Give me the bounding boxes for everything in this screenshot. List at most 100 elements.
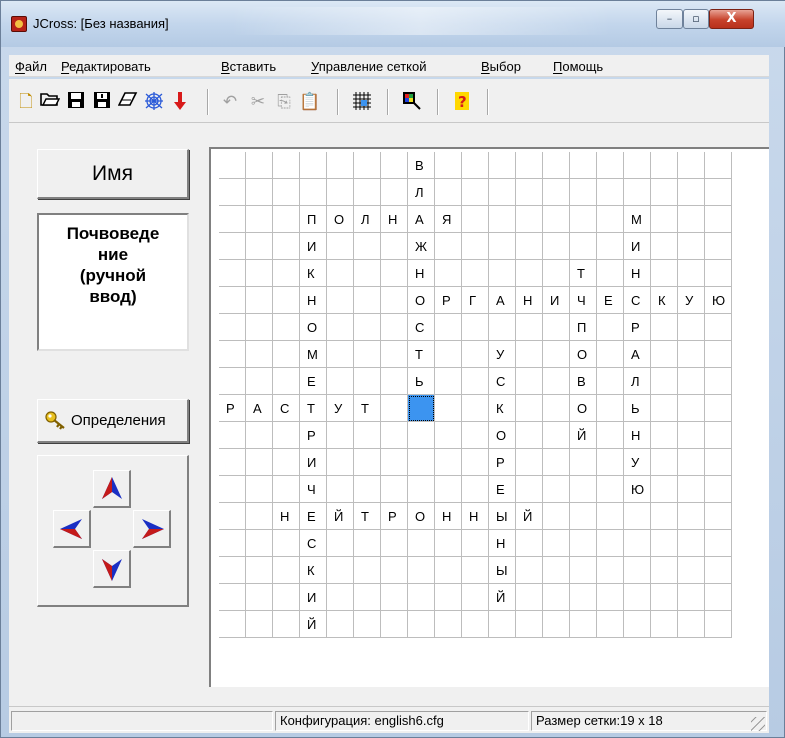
grid-cell[interactable] (408, 395, 435, 422)
grid-cell[interactable] (597, 449, 624, 476)
grid-cell[interactable]: Н (624, 260, 651, 287)
grid-cell[interactable]: К (489, 395, 516, 422)
grid-cell[interactable] (705, 611, 732, 638)
grid-cell[interactable] (489, 152, 516, 179)
grid-cell[interactable] (678, 449, 705, 476)
grid-cell[interactable]: К (651, 287, 678, 314)
grid-cell[interactable]: Н (516, 287, 543, 314)
grid-icon[interactable] (351, 91, 373, 113)
grid-cell[interactable]: И (300, 233, 327, 260)
grid-cell[interactable] (651, 476, 678, 503)
grid-cell[interactable]: В (570, 368, 597, 395)
grid-cell[interactable]: Н (624, 422, 651, 449)
grid-cell[interactable] (597, 368, 624, 395)
grid-cell[interactable]: А (624, 341, 651, 368)
menu-grid[interactable]: Управление сеткой (311, 59, 426, 74)
grid-cell[interactable]: Р (381, 503, 408, 530)
grid-cell[interactable] (678, 152, 705, 179)
grid-cell[interactable] (327, 152, 354, 179)
grid-cell[interactable] (381, 611, 408, 638)
grid-cell[interactable] (597, 530, 624, 557)
grid-cell[interactable] (705, 395, 732, 422)
grid-cell[interactable] (597, 503, 624, 530)
grid-cell[interactable] (462, 530, 489, 557)
grid-cell[interactable]: А (489, 287, 516, 314)
grid-cell[interactable] (327, 476, 354, 503)
grid-cell[interactable] (408, 584, 435, 611)
grid-cell[interactable] (624, 179, 651, 206)
grid-cell[interactable] (597, 584, 624, 611)
grid-cell[interactable]: К (300, 557, 327, 584)
close-button[interactable]: X (709, 9, 754, 29)
grid-cell[interactable] (570, 179, 597, 206)
save-as-icon[interactable] (91, 91, 113, 113)
grid-cell[interactable] (570, 476, 597, 503)
title-bar[interactable]: JCross: [Без названия] – ▫ X (1, 1, 785, 47)
grid-cell[interactable] (597, 341, 624, 368)
grid-cell[interactable]: Н (300, 287, 327, 314)
grid-cell[interactable] (354, 260, 381, 287)
web-icon[interactable] (143, 91, 165, 113)
grid-cell[interactable] (246, 530, 273, 557)
grid-cell[interactable] (597, 476, 624, 503)
grid-cell[interactable] (678, 584, 705, 611)
grid-cell[interactable] (300, 179, 327, 206)
grid-cell[interactable] (246, 233, 273, 260)
grid-cell[interactable]: Н (381, 206, 408, 233)
grid-cell[interactable] (381, 314, 408, 341)
grid-cell[interactable] (381, 449, 408, 476)
grid-cell[interactable] (543, 557, 570, 584)
grid-cell[interactable] (381, 233, 408, 260)
grid-cell[interactable]: С (489, 368, 516, 395)
paste-icon[interactable]: 📋 (299, 91, 321, 113)
grid-cell[interactable] (543, 449, 570, 476)
grid-cell[interactable] (570, 611, 597, 638)
grid-cell[interactable] (435, 260, 462, 287)
grid-cell[interactable] (597, 260, 624, 287)
grid-cell[interactable]: Ы (489, 557, 516, 584)
app-icon[interactable] (11, 16, 27, 32)
grid-cell[interactable]: Ь (624, 395, 651, 422)
minimize-button[interactable]: – (656, 9, 683, 29)
grid-cell[interactable] (300, 152, 327, 179)
grid-cell[interactable] (354, 179, 381, 206)
grid-cell[interactable] (435, 152, 462, 179)
menu-select[interactable]: Выбор (481, 59, 521, 74)
grid-cell[interactable]: О (408, 287, 435, 314)
grid-cell[interactable] (246, 260, 273, 287)
grid-cell[interactable]: Е (300, 503, 327, 530)
grid-cell[interactable] (219, 368, 246, 395)
grid-cell[interactable]: Е (300, 368, 327, 395)
grid-cell[interactable] (570, 449, 597, 476)
grid-cell[interactable] (651, 206, 678, 233)
grid-cell[interactable]: С (408, 314, 435, 341)
grid-cell[interactable] (273, 530, 300, 557)
grid-cell[interactable] (624, 530, 651, 557)
grid-cell[interactable]: Ж (408, 233, 435, 260)
grid-cell[interactable] (624, 584, 651, 611)
grid-cell[interactable] (354, 584, 381, 611)
grid-cell[interactable] (543, 476, 570, 503)
grid-cell[interactable] (435, 179, 462, 206)
grid-cell[interactable]: Р (300, 422, 327, 449)
grid-cell[interactable]: Ю (705, 287, 732, 314)
grid-cell[interactable]: Й (300, 611, 327, 638)
grid-cell[interactable] (516, 584, 543, 611)
grid-cell[interactable] (705, 503, 732, 530)
grid-cell[interactable] (705, 557, 732, 584)
grid-cell[interactable] (462, 314, 489, 341)
grid-cell[interactable]: Й (327, 503, 354, 530)
open-folder-icon[interactable] (39, 91, 61, 113)
grid-cell[interactable] (570, 557, 597, 584)
grid-cell[interactable] (678, 611, 705, 638)
grid-cell[interactable] (273, 422, 300, 449)
grid-cell[interactable] (462, 260, 489, 287)
grid-cell[interactable] (543, 314, 570, 341)
grid-cell[interactable] (354, 314, 381, 341)
grid-cell[interactable] (462, 179, 489, 206)
help-icon[interactable]: ? (451, 91, 473, 113)
grid-cell[interactable] (435, 611, 462, 638)
grid-cell[interactable] (381, 584, 408, 611)
grid-cell[interactable] (462, 341, 489, 368)
arrow-down-button[interactable] (93, 550, 131, 588)
